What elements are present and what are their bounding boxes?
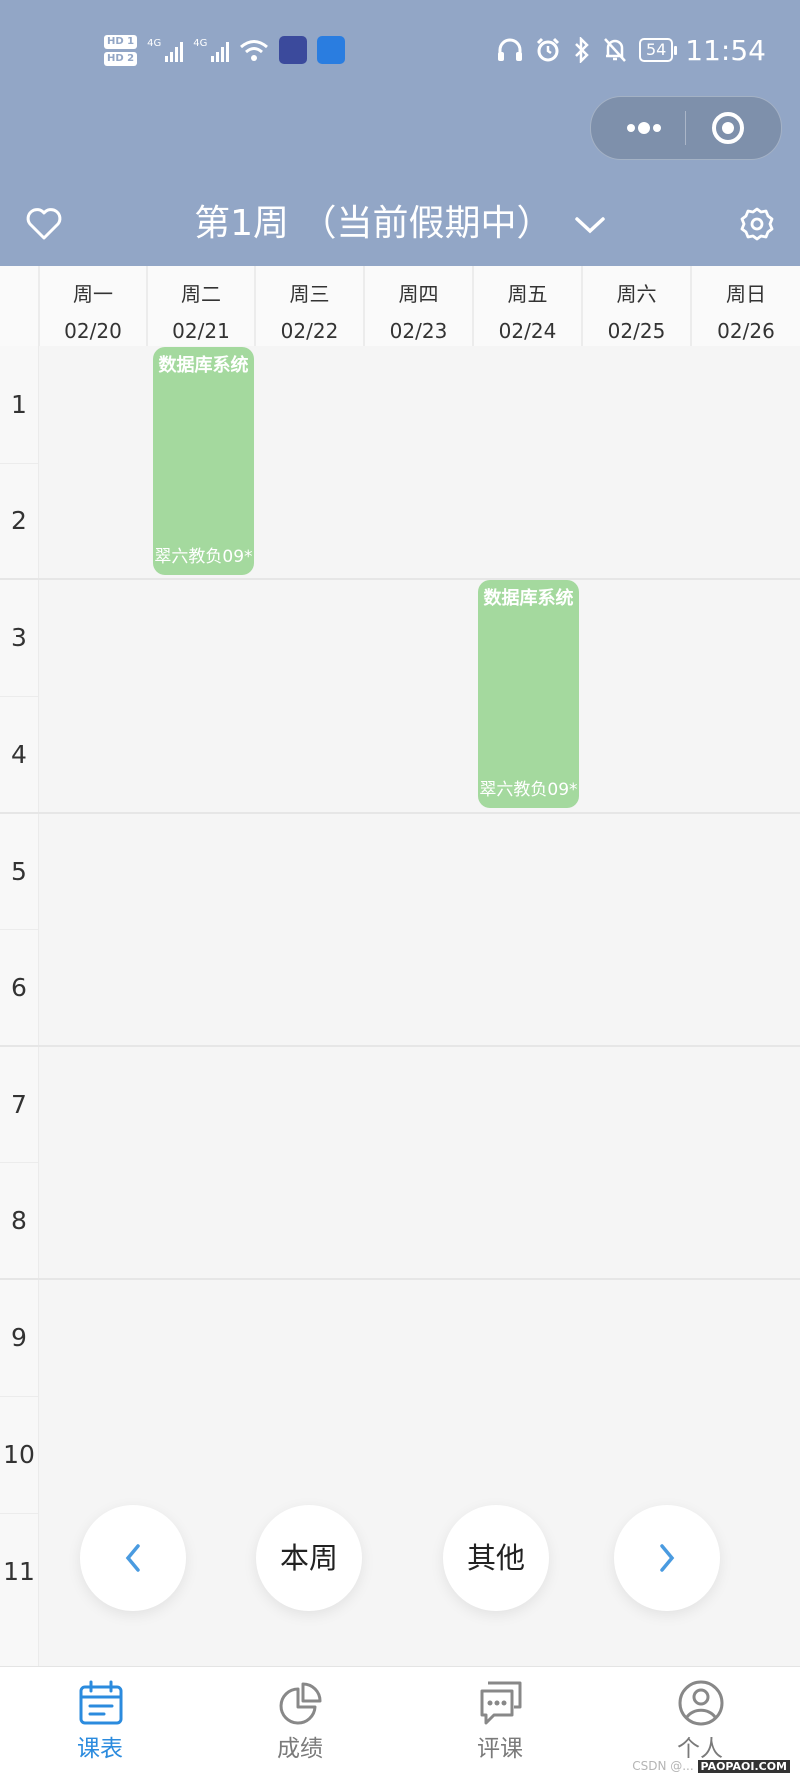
block-divider — [0, 578, 800, 580]
day-header-row: 周一 02/20 周二 02/21 周三 02/22 周四 02/23 周五 0… — [0, 266, 800, 346]
day-name: 周四 — [398, 282, 439, 306]
mute-bell-icon — [604, 38, 626, 62]
headphones-icon — [497, 38, 522, 61]
chevron-down-icon — [575, 217, 605, 234]
day-date: 02/23 — [389, 319, 448, 343]
block-divider — [0, 1045, 800, 1047]
bottom-tab-bar: 课表 成绩 评课 个人 CSDN @... PAOPAOI.COM — [0, 1666, 800, 1779]
hd1-badge: HD 1 — [104, 34, 138, 49]
chevron-left-icon — [125, 1544, 140, 1572]
tab-course-review[interactable]: 评课 — [400, 1667, 600, 1779]
more-options-button[interactable] — [609, 107, 675, 149]
period-number: 1 — [11, 390, 27, 419]
course-block[interactable]: 数据库系统 翠六教负09* — [153, 347, 254, 575]
calendar-icon — [79, 1680, 123, 1725]
period-divider — [0, 1513, 38, 1514]
course-block[interactable]: 数据库系统 翠六教负09* — [478, 580, 579, 808]
hd2-badge: HD 2 — [104, 51, 138, 66]
period-divider — [0, 1396, 38, 1397]
day-date: 02/20 — [64, 319, 122, 343]
app-notification-icon — [317, 36, 346, 64]
watermark: CSDN @... PAOPAOI.COM — [632, 1759, 790, 1773]
day-date: 02/26 — [717, 319, 775, 343]
header-corner — [0, 266, 38, 346]
period-divider — [0, 1162, 38, 1163]
previous-week-button[interactable] — [80, 1505, 186, 1611]
tab-schedule[interactable]: 课表 — [0, 1667, 200, 1779]
period-divider — [0, 696, 38, 697]
miniprogram-capsule — [590, 96, 782, 160]
week-selector[interactable]: 第1周 （当前假期中） — [0, 196, 800, 252]
signal-icon: 4G — [147, 38, 184, 62]
day-name: 周日 — [726, 282, 766, 306]
week-title: 第1周 （当前假期中） — [194, 203, 553, 244]
column-divider — [38, 346, 39, 1666]
period-number: 7 — [11, 1090, 27, 1119]
day-name: 周一 — [73, 282, 113, 306]
day-header: 周二 02/21 — [148, 266, 254, 346]
pie-chart-icon — [279, 1682, 322, 1725]
period-number: 6 — [11, 973, 27, 1002]
alarm-icon — [536, 37, 559, 62]
period-number: 2 — [11, 506, 27, 535]
course-location: 翠六教负09* — [154, 547, 253, 567]
day-date: 02/25 — [607, 319, 666, 343]
this-week-button[interactable]: 本周 — [256, 1505, 362, 1611]
day-header: 周四 02/23 — [365, 266, 472, 346]
day-header: 周日 02/26 — [692, 266, 800, 346]
top-bar: HD 1 HD 2 4G 4G 54 11:54 第1周 （当前假期中） — [0, 0, 800, 266]
block-divider — [0, 812, 800, 814]
period-number: 8 — [11, 1206, 27, 1235]
gear-icon[interactable] — [738, 205, 776, 243]
day-date: 02/24 — [498, 319, 557, 343]
course-name: 数据库系统 — [483, 588, 574, 609]
tab-grades[interactable]: 成绩 — [200, 1667, 400, 1779]
period-number: 10 — [3, 1440, 35, 1469]
battery-icon: 54 — [638, 38, 678, 62]
hd-indicators: HD 1 HD 2 — [104, 34, 138, 66]
close-miniprogram-button[interactable] — [695, 107, 761, 149]
status-bar: HD 1 HD 2 4G 4G 54 11:54 — [0, 28, 800, 72]
day-name: 周六 — [616, 282, 657, 306]
period-number: 3 — [11, 623, 27, 652]
day-date: 02/21 — [172, 319, 230, 343]
day-name: 周五 — [507, 282, 548, 306]
day-header: 周一 02/20 — [40, 266, 146, 346]
bluetooth-icon — [575, 37, 589, 63]
day-name: 周二 — [181, 282, 221, 306]
target-circle-icon — [712, 112, 744, 144]
tab-label: 个人 — [677, 1736, 723, 1762]
more-dots-icon — [627, 122, 661, 134]
tab-label: 评课 — [477, 1736, 523, 1762]
capsule-divider — [685, 111, 686, 145]
tab-label: 成绩 — [277, 1736, 323, 1762]
period-number: 5 — [11, 857, 27, 886]
clock-time: 11:54 — [685, 33, 766, 67]
course-location: 翠六教负09* — [479, 780, 578, 800]
day-header: 周三 02/22 — [256, 266, 363, 346]
period-divider — [0, 463, 38, 464]
chat-bubbles-icon — [480, 1681, 522, 1725]
day-header: 周六 02/25 — [583, 266, 690, 346]
tab-label: 课表 — [77, 1736, 123, 1762]
period-number: 4 — [11, 740, 27, 769]
day-date: 02/22 — [280, 319, 339, 343]
day-name: 周三 — [289, 282, 330, 306]
day-header: 周五 02/24 — [474, 266, 581, 346]
period-number: 11 — [3, 1557, 35, 1586]
user-icon — [678, 1680, 724, 1726]
course-name: 数据库系统 — [158, 355, 249, 376]
other-options-button[interactable]: 其他 — [443, 1505, 549, 1611]
period-number: 9 — [11, 1323, 27, 1352]
block-divider — [0, 1278, 800, 1280]
chevron-right-icon — [660, 1544, 675, 1572]
period-divider — [0, 929, 38, 930]
app-notification-icon — [279, 36, 308, 64]
signal-icon: 4G — [193, 38, 230, 62]
wifi-icon — [240, 40, 269, 61]
next-week-button[interactable] — [614, 1505, 720, 1611]
